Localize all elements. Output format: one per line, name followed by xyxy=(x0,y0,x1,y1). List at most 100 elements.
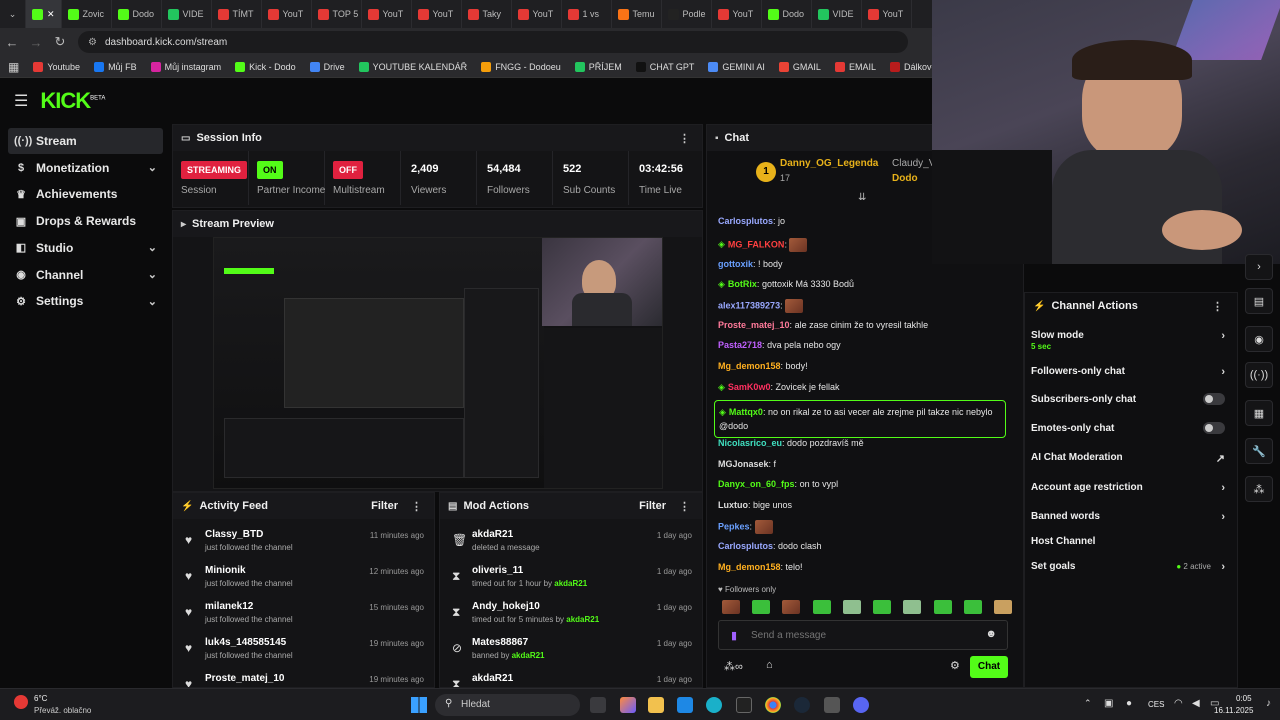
channel-action-ai-chat-moderation[interactable]: AI Chat Moderation ↗ xyxy=(1031,452,1225,470)
activity-row[interactable]: ♥ milanek12 just followed the channel 15 mi… xyxy=(173,597,434,633)
rail-chevron-icon[interactable]: › xyxy=(1245,254,1273,280)
sidebar-item-drops-rewards[interactable]: ▣ Drops & Rewards xyxy=(8,208,163,234)
activity-username[interactable]: Minionik xyxy=(205,565,246,576)
channel-action-slow-mode[interactable]: Slow mode 5 sec › xyxy=(1031,330,1225,351)
back-icon[interactable]: ← xyxy=(0,35,24,50)
bookmark-link[interactable]: GMAIL xyxy=(778,61,821,72)
chat-username[interactable]: SamK0w0 xyxy=(728,382,771,392)
site-info-icon[interactable]: ⚙ xyxy=(88,37,97,48)
chat-message[interactable]: Carlosplutos: dodo clash xyxy=(718,541,822,551)
emote-icon[interactable] xyxy=(842,600,861,614)
bookmark-link[interactable]: Drive xyxy=(309,61,345,72)
chat-username[interactable]: gottoxik xyxy=(718,259,753,269)
bookmark-link[interactable]: PŘÍJEM xyxy=(574,61,622,72)
mod-target-username[interactable]: akdaR21 xyxy=(472,529,513,540)
bookmark-link[interactable]: YOUTUBE KALENDÁŘ xyxy=(358,61,467,72)
chat-username[interactable]: Proste_matej_10 xyxy=(718,320,790,330)
bookmark-link[interactable]: Můj instagram xyxy=(150,61,221,72)
file-explorer-icon[interactable] xyxy=(648,697,664,713)
taskview-icon[interactable] xyxy=(590,697,606,713)
microphone-icon[interactable]: ▮ xyxy=(731,629,737,642)
emoji-icon[interactable]: ☻ xyxy=(985,628,997,640)
browser-tab[interactable]: 1 vs xyxy=(562,0,612,28)
weather-icon[interactable] xyxy=(14,695,28,709)
weather-temp[interactable]: 6°C xyxy=(34,694,47,703)
chat-username[interactable]: MGJonasek xyxy=(718,459,769,469)
forward-icon[interactable]: → xyxy=(24,35,48,50)
discord-icon[interactable] xyxy=(853,697,869,713)
bookmark-link[interactable]: FNGG - Dodoeu xyxy=(481,61,561,72)
weather-desc[interactable]: Převáž. oblačno xyxy=(34,706,91,715)
activity-row[interactable]: ♥ Proste_matej_10 19 minutes ago xyxy=(173,669,434,687)
terminal-icon[interactable] xyxy=(736,697,752,713)
kick-logo[interactable]: KICKBETA xyxy=(40,88,105,114)
third-gifter-name[interactable]: Dodo xyxy=(892,173,918,184)
chat-message[interactable]: Danyx_on_60_fps: on to vypl xyxy=(718,479,838,489)
mod-action-row[interactable]: ⧗ oliveris_11 timed out for 1 hour by akda… xyxy=(440,561,702,597)
chat-message[interactable]: Pepkes: xyxy=(718,520,773,534)
more-options-icon[interactable]: ⋮ xyxy=(679,132,690,145)
close-icon[interactable]: ✕ xyxy=(47,9,55,20)
chat-message[interactable]: Mg_demon158: body! xyxy=(718,361,808,371)
more-options-icon[interactable]: ⋮ xyxy=(1212,300,1223,313)
chat-bubble-icon[interactable]: ◉ xyxy=(1245,326,1273,352)
chat-message[interactable]: Luxtuo: bige unos xyxy=(718,500,792,510)
outlook-icon[interactable] xyxy=(677,697,693,713)
users-icon[interactable]: ⁂∞ xyxy=(724,660,743,673)
steam-icon[interactable] xyxy=(794,697,810,713)
browser-tab[interactable]: VIDE xyxy=(162,0,212,28)
browser-tab[interactable]: Zovic xyxy=(62,0,112,28)
chat-message[interactable]: Pasta2718: dva pela nebo ogy xyxy=(718,340,841,350)
bookmark-link[interactable]: Dálkové ovládání M... xyxy=(889,61,932,72)
bookmark-link[interactable]: GEMINI AI xyxy=(708,61,765,72)
chat-message[interactable]: Mg_demon158: telo! xyxy=(718,562,803,572)
chat-username[interactable]: BotRix xyxy=(728,279,757,289)
emote-icon[interactable] xyxy=(933,600,952,614)
taskbar-search[interactable]: ⚲ Hledat xyxy=(435,694,580,716)
sidebar-item-achievements[interactable]: ♛ Achievements xyxy=(8,181,163,207)
chat-username[interactable]: Luxtuo xyxy=(718,500,748,510)
activity-row[interactable]: ♥ Classy_BTD just followed the channel 11 m… xyxy=(173,525,434,561)
chat-message[interactable]: ◈ SamK0w0: Zovicek je fellak xyxy=(718,382,840,393)
browser-tab[interactable]: Taky xyxy=(462,0,512,28)
activity-filter-button[interactable]: Filter xyxy=(371,500,398,512)
clock-date[interactable]: 16.11.2025 xyxy=(1214,706,1253,715)
channel-action-subscribers-only-chat[interactable]: Subscribers-only chat xyxy=(1031,393,1225,412)
chat-message[interactable]: gottoxik: ! body xyxy=(718,259,783,269)
browser-tab[interactable]: YouT xyxy=(712,0,762,28)
browser-tab[interactable]: VIDE xyxy=(812,0,862,28)
bookmark-link[interactable]: Můj FB xyxy=(94,61,137,72)
mod-action-row[interactable]: ⧗ Andy_hokej10 timed out for 5 minutes by … xyxy=(440,597,702,633)
activity-row[interactable]: ♥ luk4s_148585145 just followed the channe… xyxy=(173,633,434,669)
mod-target-username[interactable]: oliveris_11 xyxy=(472,565,523,576)
chat-message[interactable]: ◈ BotRix: gottoxik Má 3330 Bodů xyxy=(718,279,854,290)
chat-username[interactable]: Nicolasrico_eu xyxy=(718,438,782,448)
emote-icon[interactable] xyxy=(722,600,740,614)
reload-icon[interactable]: ↻ xyxy=(48,34,72,50)
sidebar-item-monetization[interactable]: $ Monetization ⌄ xyxy=(8,155,163,181)
tab-menu-button[interactable]: ⌄ xyxy=(0,0,26,28)
notification-bell-icon[interactable]: ♪ xyxy=(1266,698,1271,709)
sidebar-item-studio[interactable]: ◧ Studio ⌄ xyxy=(8,235,163,261)
emote-icon[interactable] xyxy=(963,600,982,614)
chat-message[interactable]: alex117389273: xyxy=(718,299,804,313)
browser-tab[interactable]: Podle xyxy=(662,0,712,28)
chat-username[interactable]: Pepkes xyxy=(718,521,750,531)
bookmark-link[interactable]: Youtube xyxy=(33,61,80,72)
volume-icon[interactable]: ◀ xyxy=(1192,698,1200,709)
wifi-icon[interactable]: ◠ xyxy=(1174,698,1183,709)
tray-app-icon[interactable]: ▣ xyxy=(1104,698,1113,709)
bookmark-link[interactable]: EMAIL xyxy=(834,61,876,72)
chat-message[interactable]: Proste_matej_10: ale zase cinim že to vy… xyxy=(718,320,928,330)
emote-icon[interactable] xyxy=(782,600,801,614)
mod-action-row[interactable]: 🗑 akdaR21 deleted a message 1 day ago xyxy=(440,525,702,561)
chat-username[interactable]: Carlosplutos xyxy=(718,541,773,551)
chat-message[interactable]: ◈ Mattqx0: no on rikal ze to asi vecer al… xyxy=(714,400,1006,438)
bookmark-link[interactable]: CHAT GPT xyxy=(635,61,694,72)
browser-tab[interactable]: Temu xyxy=(612,0,662,28)
activity-username[interactable]: Classy_BTD xyxy=(205,529,263,540)
mod-target-username[interactable]: Mates88867 xyxy=(472,637,528,648)
activity-username[interactable]: milanek12 xyxy=(205,601,253,612)
channel-action-host-channel[interactable]: Host Channel xyxy=(1031,536,1225,554)
channel-action-banned-words[interactable]: Banned words › xyxy=(1031,511,1225,529)
